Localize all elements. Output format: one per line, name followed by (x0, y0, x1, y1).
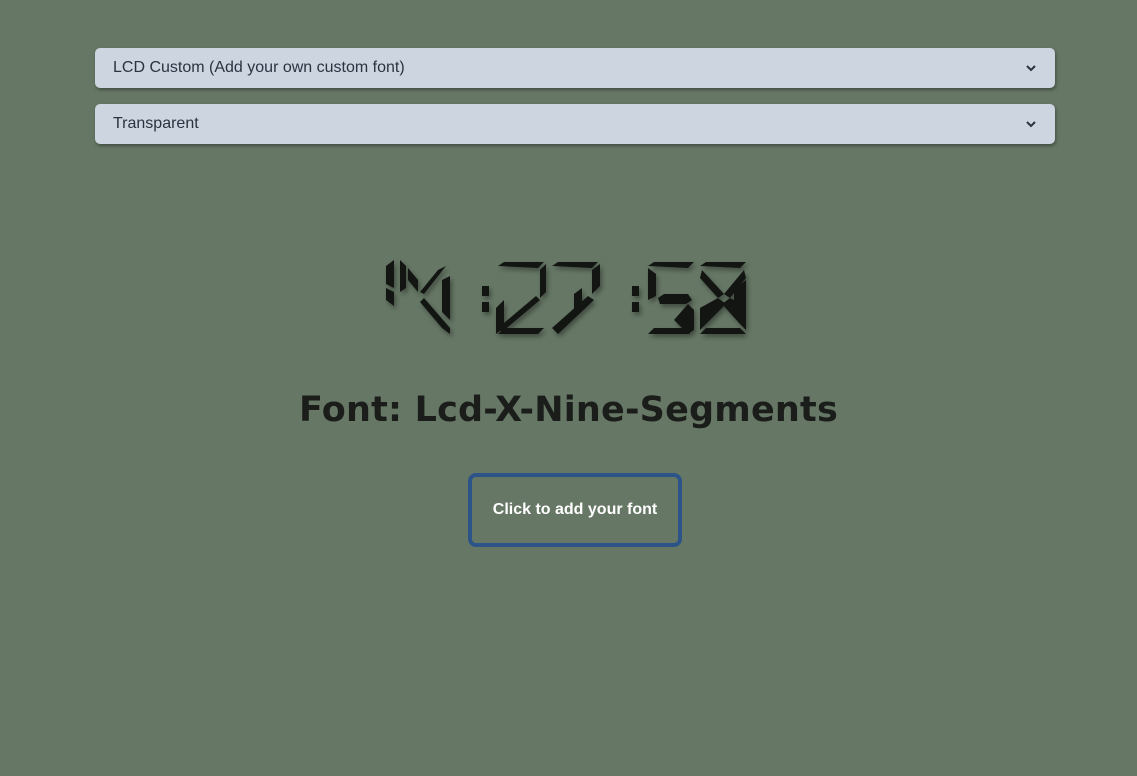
clock-colon-1 (481, 286, 489, 312)
background-select[interactable]: Transparent (95, 104, 1055, 144)
clock-digit-second-ones (699, 262, 746, 334)
add-font-button[interactable]: Click to add your font (468, 473, 682, 547)
lcd-clock (0, 258, 1137, 342)
font-select[interactable]: LCD Custom (Add your own custom font) (95, 48, 1055, 88)
clock-digit-second-tens (647, 262, 694, 334)
clock-digit-minute-ones (551, 262, 600, 334)
add-font-button-label: Click to add your font (492, 501, 658, 518)
clock-digit-minute-tens (495, 262, 546, 334)
lcd-clock-display (385, 260, 746, 334)
font-name-label: Font: Lcd-X-Nine-Segments (299, 390, 838, 430)
clock-digit-hour-tens (385, 260, 394, 306)
clock-colon-2 (631, 286, 639, 312)
background-select-value: Transparent (113, 115, 199, 132)
chevron-down-icon (1025, 62, 1037, 74)
chevron-down-icon (1025, 118, 1037, 130)
clock-digit-hour-ones (399, 260, 450, 334)
page: LCD Custom (Add your own custom font) Tr… (0, 0, 1137, 776)
font-select-value: LCD Custom (Add your own custom font) (113, 59, 405, 76)
